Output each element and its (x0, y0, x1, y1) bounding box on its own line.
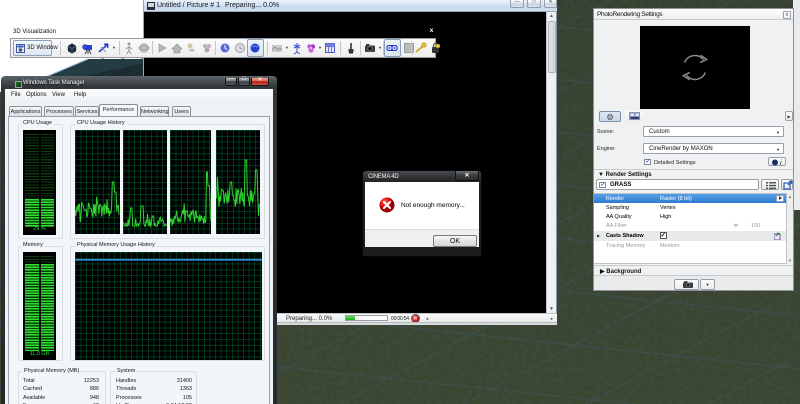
svg-text:i: i (780, 160, 782, 167)
